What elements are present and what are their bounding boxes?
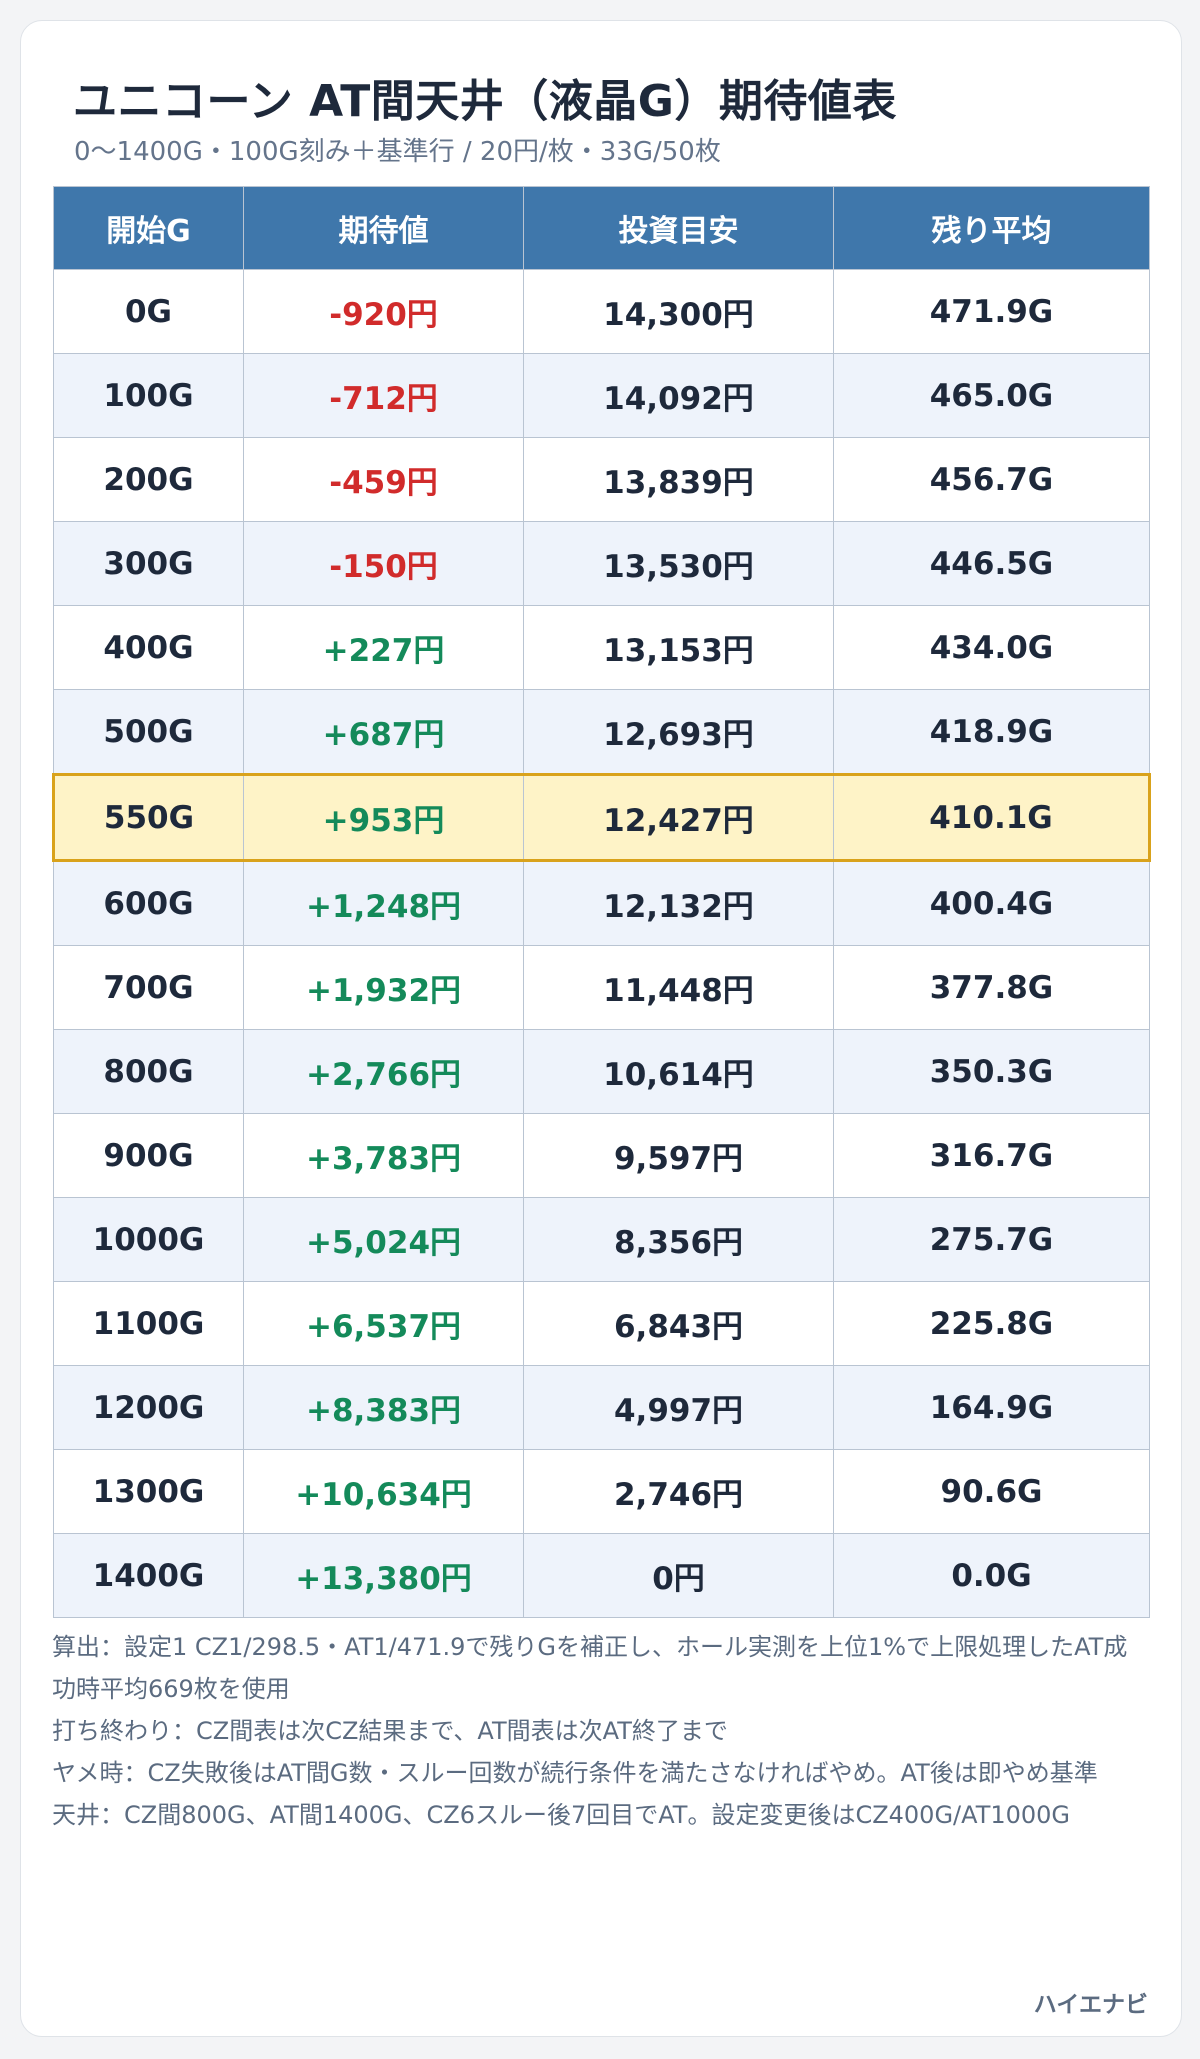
table-row-highlighted: 550G +953円 12,427円 410.1G (52, 773, 1151, 862)
cell-start: 1400G (53, 1533, 244, 1618)
cell-investment: 14,092円 (523, 353, 834, 438)
table-row: 600G +1,248円 12,132円 400.4G (53, 860, 1150, 946)
cell-expected-value: +8,383円 (243, 1365, 524, 1450)
cell-remaining: 275.7G (833, 1197, 1150, 1282)
cell-remaining: 350.3G (833, 1029, 1150, 1114)
cell-start: 700G (53, 945, 244, 1030)
cell-start: 1000G (53, 1197, 244, 1282)
cell-remaining: 465.0G (833, 353, 1150, 438)
cell-investment: 14,300円 (523, 269, 834, 354)
table-row: 1400G +13,380円 0円 0.0G (53, 1533, 1150, 1618)
cell-remaining: 316.7G (833, 1113, 1150, 1198)
cell-expected-value: +1,248円 (243, 860, 524, 946)
cell-start: 100G (53, 353, 244, 438)
cell-remaining: 410.1G (833, 773, 1151, 862)
cell-investment: 13,839円 (523, 437, 834, 522)
table-row: 1300G +10,634円 2,746円 90.6G (53, 1449, 1150, 1534)
column-header-invest: 投資目安 (523, 186, 834, 270)
table-row: 200G -459円 13,839円 456.7G (53, 437, 1150, 522)
brand-label: ハイエナビ (1033, 1992, 1148, 2018)
note-calculation: 算出：設定1 CZ1/298.5・AT1/471.9で残りGを補正し、ホール実測… (52, 1633, 1128, 1703)
table-row: 300G -150円 13,530円 446.5G (53, 521, 1150, 606)
cell-start: 200G (53, 437, 244, 522)
cell-remaining: 400.4G (833, 860, 1150, 946)
cell-investment: 2,746円 (523, 1449, 834, 1534)
cell-expected-value: -712円 (243, 353, 524, 438)
cell-remaining: 471.9G (833, 269, 1150, 354)
cell-expected-value: +227円 (243, 605, 524, 690)
table-row: 700G +1,932円 11,448円 377.8G (53, 945, 1150, 1030)
cell-remaining: 446.5G (833, 521, 1150, 606)
cell-start: 1200G (53, 1365, 244, 1450)
cell-investment: 6,843円 (523, 1281, 834, 1366)
cell-start: 400G (53, 605, 244, 690)
cell-start: 0G (53, 269, 244, 354)
cell-start: 550G (52, 773, 244, 862)
table-row: 1000G +5,024円 8,356円 275.7G (53, 1197, 1150, 1282)
cell-expected-value: +13,380円 (243, 1533, 524, 1618)
cell-remaining: 225.8G (833, 1281, 1150, 1366)
cell-start: 500G (53, 689, 244, 775)
cell-start: 1100G (53, 1281, 244, 1366)
cell-investment: 9,597円 (523, 1113, 834, 1198)
note-ceiling: 天井：CZ間800G、AT間1400G、CZ6スルー後7回目でAT。設定変更後は… (52, 1801, 1071, 1829)
table-row: 100G -712円 14,092円 465.0G (53, 353, 1150, 438)
cell-expected-value: +1,932円 (243, 945, 524, 1030)
table-row: 1100G +6,537円 6,843円 225.8G (53, 1281, 1150, 1366)
cell-remaining: 164.9G (833, 1365, 1150, 1450)
cell-expected-value: +687円 (243, 689, 524, 775)
cell-start: 1300G (53, 1449, 244, 1534)
cell-remaining: 418.9G (833, 689, 1150, 775)
cell-investment: 12,427円 (523, 773, 834, 862)
cell-expected-value: +6,537円 (243, 1281, 524, 1366)
table-row: 0G -920円 14,300円 471.9G (53, 269, 1150, 354)
cell-investment: 8,356円 (523, 1197, 834, 1282)
cell-expected-value: +5,024円 (243, 1197, 524, 1282)
table-row: 400G +227円 13,153円 434.0G (53, 605, 1150, 690)
column-header-remain: 残り平均 (833, 186, 1150, 270)
cell-expected-value: +2,766円 (243, 1029, 524, 1114)
cell-investment: 13,153円 (523, 605, 834, 690)
cell-start: 300G (53, 521, 244, 606)
cell-remaining: 90.6G (833, 1449, 1150, 1534)
cell-start: 600G (53, 860, 244, 946)
cell-remaining: 434.0G (833, 605, 1150, 690)
table-row: 500G +687円 12,693円 418.9G (53, 689, 1150, 775)
cell-expected-value: -459円 (243, 437, 524, 522)
page-subtitle: 0〜1400G・100G刻み＋基準行 / 20円/枚・33G/50枚 (74, 137, 721, 167)
table-body: 0G -920円 14,300円 471.9G 100G -712円 14,092円 465.… (52, 269, 1151, 1618)
cell-expected-value: +10,634円 (243, 1449, 524, 1534)
table-header-row: 開始G 期待値 投資目安 残り平均 (53, 186, 1150, 270)
cell-investment: 11,448円 (523, 945, 834, 1030)
notes-section: 算出：設定1 CZ1/298.5・AT1/471.9で残りGを補正し、ホール実測… (52, 1626, 1150, 1836)
cell-start: 800G (53, 1029, 244, 1114)
column-header-ev: 期待値 (243, 186, 524, 270)
cell-remaining: 456.7G (833, 437, 1150, 522)
cell-expected-value: +3,783円 (243, 1113, 524, 1198)
table-row: 1200G +8,383円 4,997円 164.9G (53, 1365, 1150, 1450)
note-end-condition: 打ち終わり：CZ間表は次CZ結果まで、AT間表は次AT終了まで (52, 1717, 728, 1745)
page-title: ユニコーン AT間天井（液晶G）期待値表 (73, 76, 897, 127)
cell-expected-value: +953円 (243, 773, 524, 862)
cell-investment: 12,693円 (523, 689, 834, 775)
cell-remaining: 0.0G (833, 1533, 1150, 1618)
cell-expected-value: -150円 (243, 521, 524, 606)
column-header-start: 開始G (53, 186, 244, 270)
cell-investment: 4,997円 (523, 1365, 834, 1450)
cell-investment: 10,614円 (523, 1029, 834, 1114)
cell-investment: 12,132円 (523, 860, 834, 946)
cell-remaining: 377.8G (833, 945, 1150, 1030)
table-row: 800G +2,766円 10,614円 350.3G (53, 1029, 1150, 1114)
expected-value-table: 開始G 期待値 投資目安 残り平均 0G -920円 14,300円 471.9G 10… (52, 186, 1151, 1618)
cell-investment: 0円 (523, 1533, 834, 1618)
cell-expected-value: -920円 (243, 269, 524, 354)
cell-start: 900G (53, 1113, 244, 1198)
note-quit-timing: ヤメ時：CZ失敗後はAT間G数・スルー回数が続行条件を満たさなければやめ。AT後… (52, 1759, 1098, 1787)
table-row: 900G +3,783円 9,597円 316.7G (53, 1113, 1150, 1198)
cell-investment: 13,530円 (523, 521, 834, 606)
